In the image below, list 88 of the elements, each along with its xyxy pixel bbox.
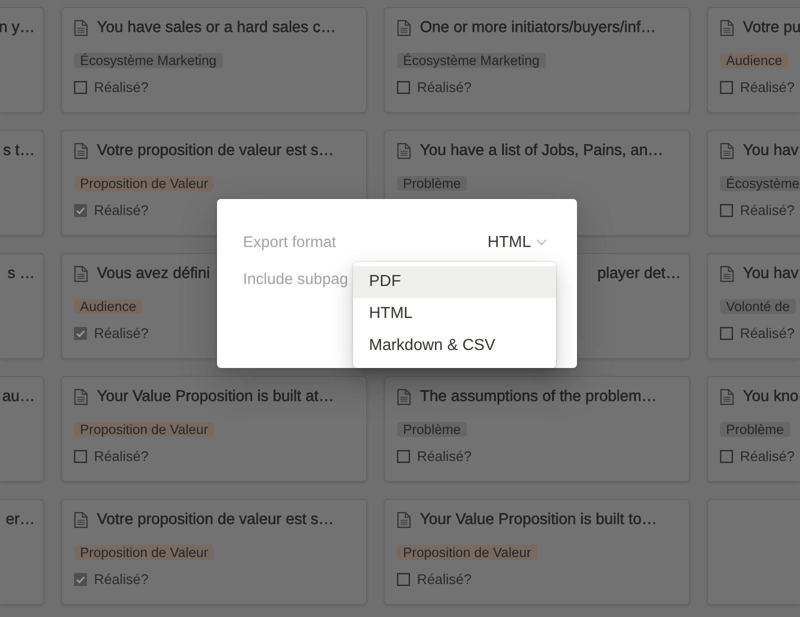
card-title: One or more initiators/buyers/inf… xyxy=(420,18,656,38)
tag-label: Proposition de Valeur xyxy=(74,176,214,191)
card-title: n y… xyxy=(0,18,35,38)
checkbox-label: Réalisé? xyxy=(94,202,148,219)
document-icon xyxy=(74,389,88,405)
gallery-card[interactable]: au… xyxy=(0,376,44,482)
card-title: player det… xyxy=(597,264,681,284)
field-label: Include subpag xyxy=(243,270,348,290)
gallery-card[interactable]: s … xyxy=(0,253,44,359)
checkbox[interactable] xyxy=(74,204,87,217)
document-icon xyxy=(74,20,88,36)
checkbox-label: Réalisé? xyxy=(94,325,148,342)
document-icon xyxy=(397,512,411,528)
checkbox-label: Réalisé? xyxy=(740,202,794,219)
document-icon xyxy=(720,389,734,405)
checkbox[interactable] xyxy=(74,450,87,463)
tag-label: Audience xyxy=(74,299,142,314)
document-icon xyxy=(74,266,88,282)
card-title: The assumptions of the problem… xyxy=(420,387,657,407)
checkbox[interactable] xyxy=(74,573,87,586)
card-title: s t… xyxy=(3,141,35,161)
gallery-card[interactable]: Votre pu Audience Réalisé? xyxy=(707,7,800,113)
tag-label: Problème xyxy=(397,422,467,437)
gallery-card[interactable]: You have sales or a hard sales c… Écosystème Marketing Réalisé? xyxy=(61,7,367,113)
gallery-card[interactable]: s t… xyxy=(0,130,44,236)
tag-label: Proposition de Valeur xyxy=(397,545,538,560)
checkbox-label: Réalisé? xyxy=(94,571,148,588)
checkbox-label: Réalisé? xyxy=(740,325,794,342)
tag-label: Écosystème xyxy=(720,176,800,191)
tag-label: Écosystème Marketing xyxy=(397,53,546,68)
tag-label: Audience xyxy=(720,53,788,68)
document-icon xyxy=(720,266,734,282)
card-title: au… xyxy=(2,387,35,407)
gallery-card[interactable]: Your Value Proposition is built at… Proposition de Valeur Réalisé? xyxy=(61,376,367,482)
menu-option[interactable]: PDF xyxy=(353,266,556,298)
tag-label: Écosystème Marketing xyxy=(74,53,223,68)
card-title: You have a list of Jobs, Pains, an… xyxy=(420,141,664,161)
gallery-card[interactable]: The assumptions of the problem… Problème Réalisé? xyxy=(384,376,690,482)
card-title: Your Value Proposition is built at… xyxy=(97,387,334,407)
checkbox[interactable] xyxy=(720,204,733,217)
document-icon xyxy=(720,20,734,36)
gallery-card[interactable]: One or more initiators/buyers/inf… Écosystème Marketing Réalisé? xyxy=(384,7,690,113)
tag-label: Problème xyxy=(397,176,467,191)
checkbox[interactable] xyxy=(720,450,733,463)
gallery-card[interactable]: Votre proposition de valeur est s… Proposition de Valeur Réalisé? xyxy=(61,499,367,605)
gallery-card[interactable]: er… xyxy=(0,499,44,605)
card-title: s … xyxy=(7,264,35,284)
card-title: er… xyxy=(6,510,35,530)
document-icon xyxy=(74,512,88,528)
document-icon xyxy=(397,143,411,159)
card-title: You kno xyxy=(743,387,798,407)
field-label: Export format xyxy=(243,233,336,253)
checkbox-label: Réalisé? xyxy=(417,448,472,465)
gallery-card[interactable]: You kno Problème Réalisé? xyxy=(707,376,800,482)
gallery-card[interactable]: n y… xyxy=(0,7,44,113)
checkbox[interactable] xyxy=(397,81,410,94)
gallery-card[interactable]: You hav Écosystème Réalisé? xyxy=(707,130,800,236)
card-title: Vous avez défini xyxy=(97,264,210,284)
gallery-card[interactable]: You hav Volonté de Réalisé? xyxy=(707,253,800,359)
tag-label: Proposition de Valeur xyxy=(74,422,214,437)
tag-label: Problème xyxy=(720,422,790,437)
tag-label: Proposition de Valeur xyxy=(74,545,214,560)
document-icon xyxy=(720,143,734,159)
chevron-down-icon xyxy=(536,238,547,246)
card-title: Votre pu xyxy=(743,18,800,38)
card-title: You hav xyxy=(743,264,798,284)
document-icon xyxy=(397,389,411,405)
checkbox-label: Réalisé? xyxy=(94,448,148,465)
card-title: Votre proposition de valeur est s… xyxy=(97,510,334,530)
checkbox-label: Réalisé? xyxy=(417,79,472,96)
gallery-card[interactable]: Your Value Proposition is built to… Proposition de Valeur Réalisé? xyxy=(384,499,690,605)
checkbox-label: Réalisé? xyxy=(740,448,794,465)
checkbox-label: Réalisé? xyxy=(740,79,794,96)
checkbox[interactable] xyxy=(397,573,410,586)
checkbox[interactable] xyxy=(720,81,733,94)
checkbox-label: Réalisé? xyxy=(94,79,148,96)
document-icon xyxy=(397,20,411,36)
card-title: You have sales or a hard sales c… xyxy=(97,18,336,38)
document-icon xyxy=(74,143,88,159)
tag-label: Volonté de xyxy=(720,299,796,314)
checkbox[interactable] xyxy=(397,450,410,463)
checkbox[interactable] xyxy=(74,81,87,94)
checkbox[interactable] xyxy=(74,327,87,340)
checkbox-label: Réalisé? xyxy=(417,571,472,588)
card-title: You hav xyxy=(743,141,798,161)
card-title: Votre proposition de valeur est s… xyxy=(97,141,334,161)
card-title: Your Value Proposition is built to… xyxy=(420,510,657,530)
checkbox[interactable] xyxy=(720,327,733,340)
